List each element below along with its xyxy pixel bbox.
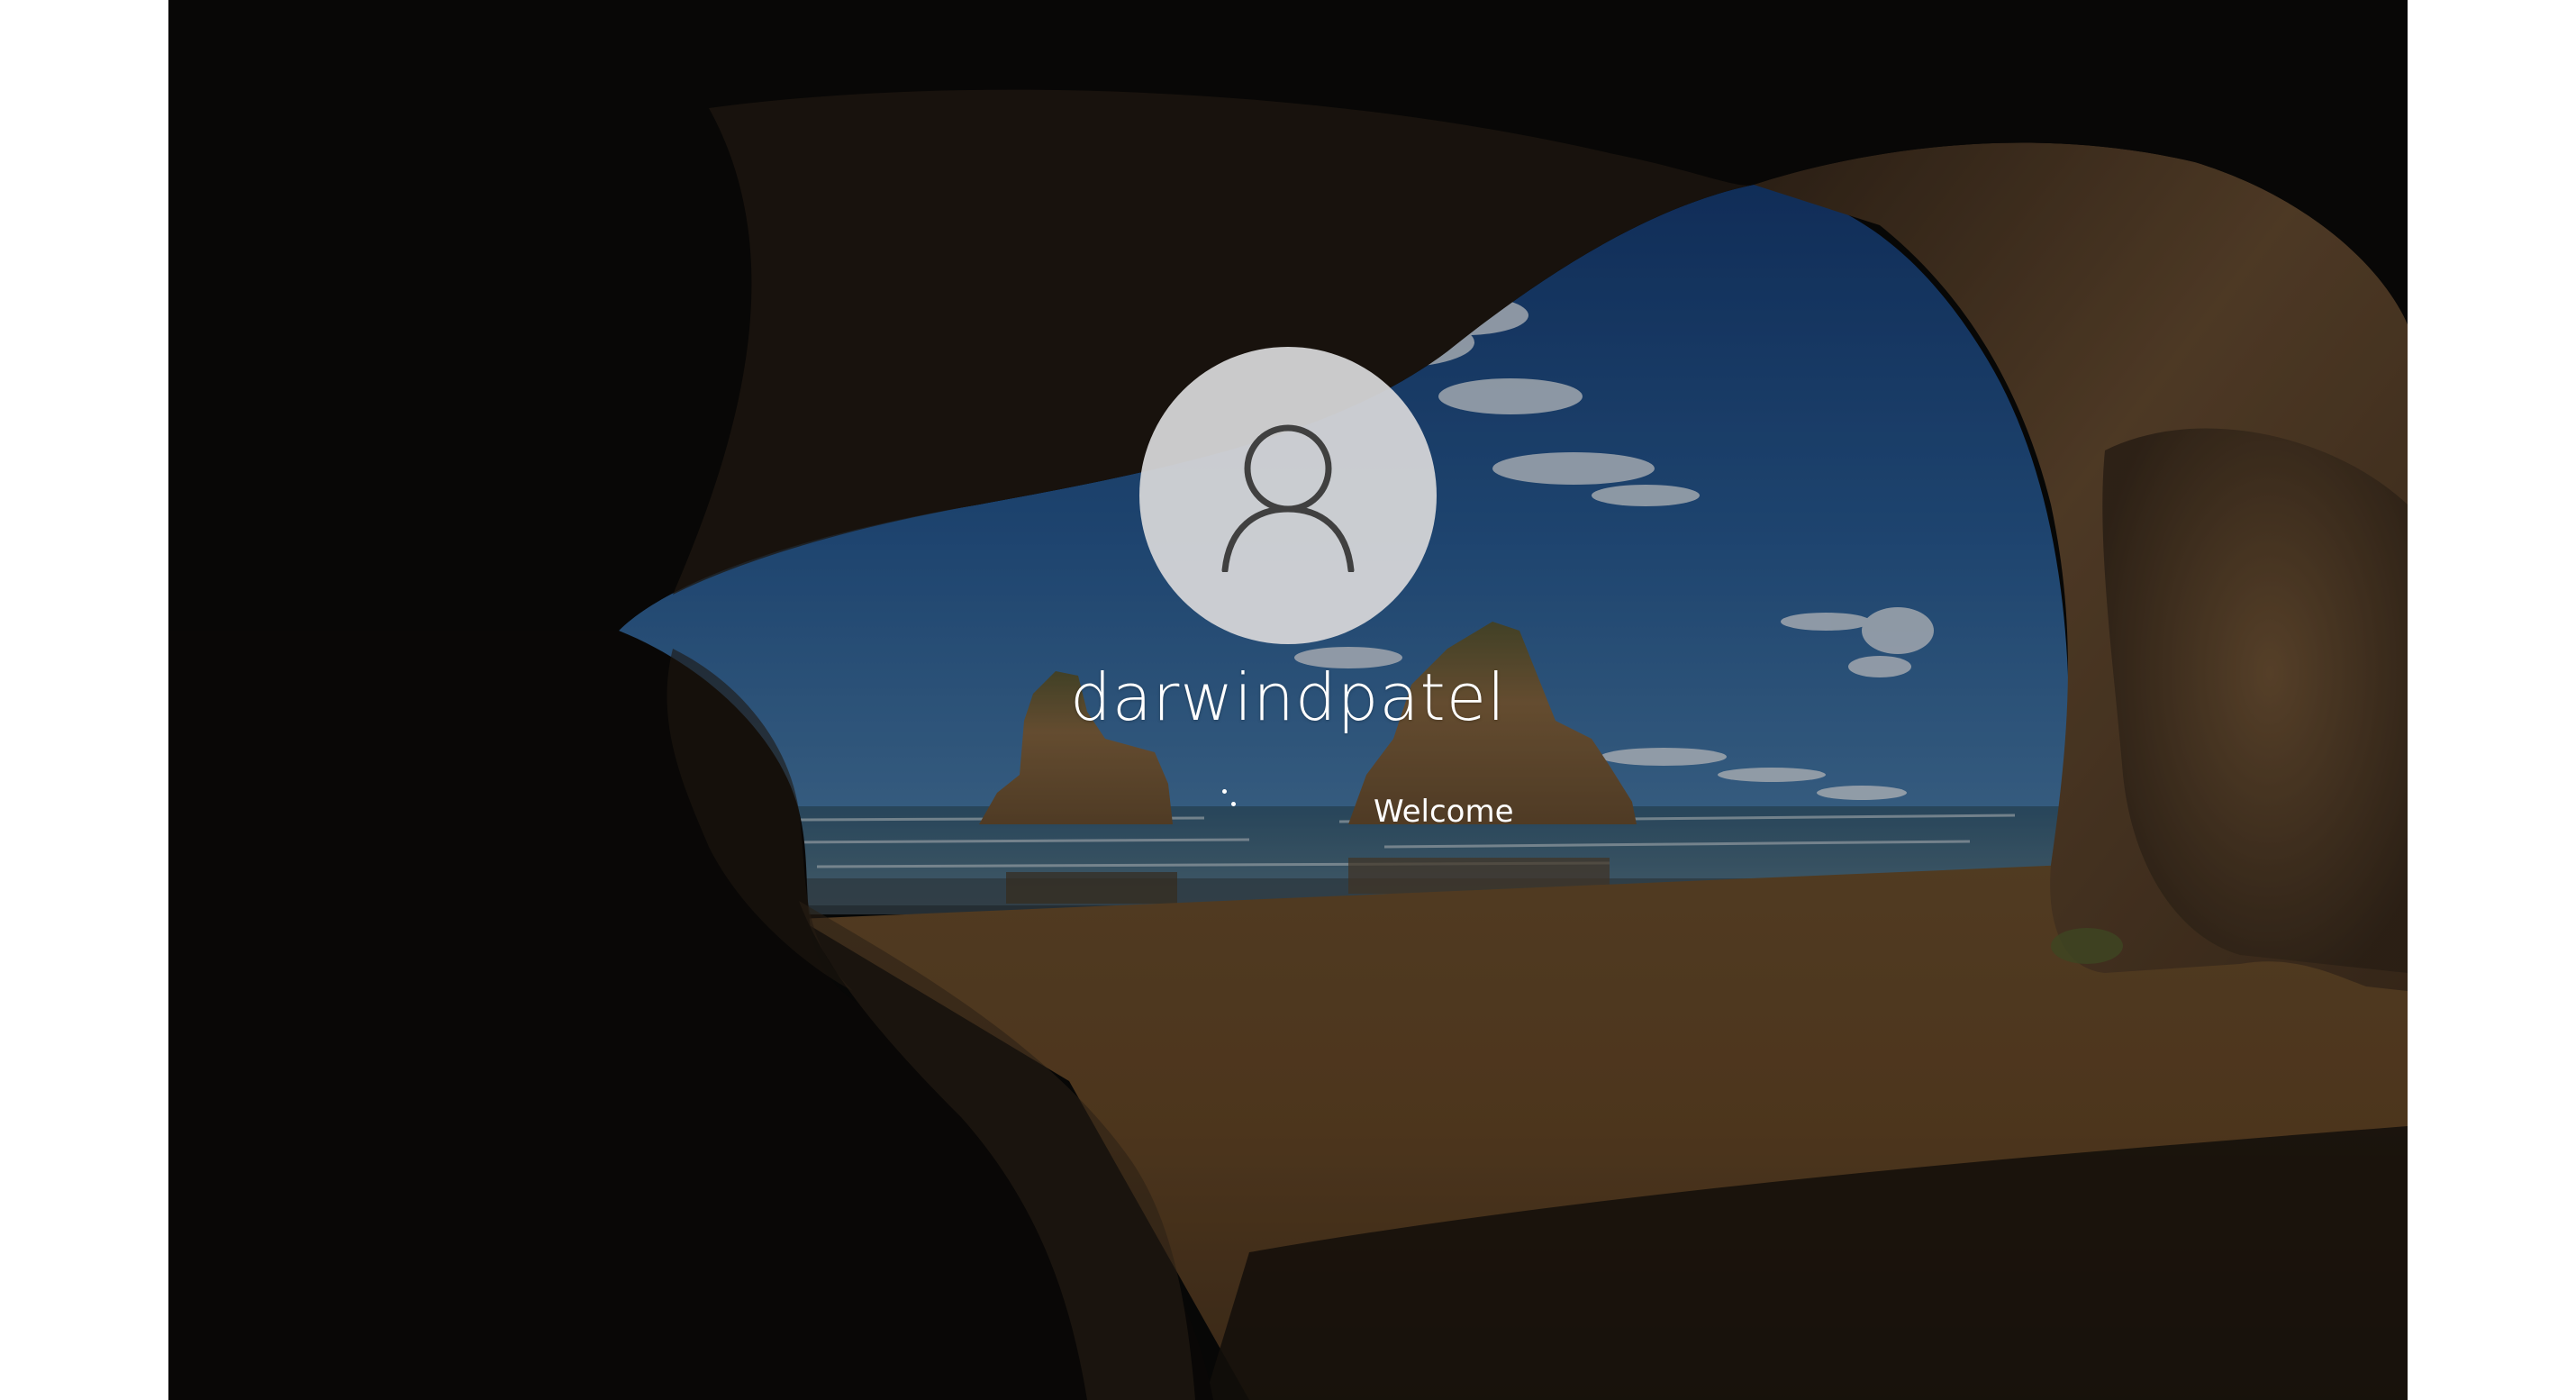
login-panel: darwindpatel Welcome: [168, 0, 2408, 1400]
loading-dots-icon: [1198, 784, 1252, 829]
sign-in-status: Welcome: [1198, 784, 1514, 838]
page: darwindpatel Welcome: [0, 0, 2576, 1400]
status-text: Welcome: [1374, 794, 1514, 830]
user-silhouette-icon: [1220, 419, 1356, 572]
lock-screen: darwindpatel Welcome: [168, 0, 2408, 1400]
user-avatar: [1139, 347, 1437, 644]
username-label: darwindpatel: [1069, 659, 1506, 735]
